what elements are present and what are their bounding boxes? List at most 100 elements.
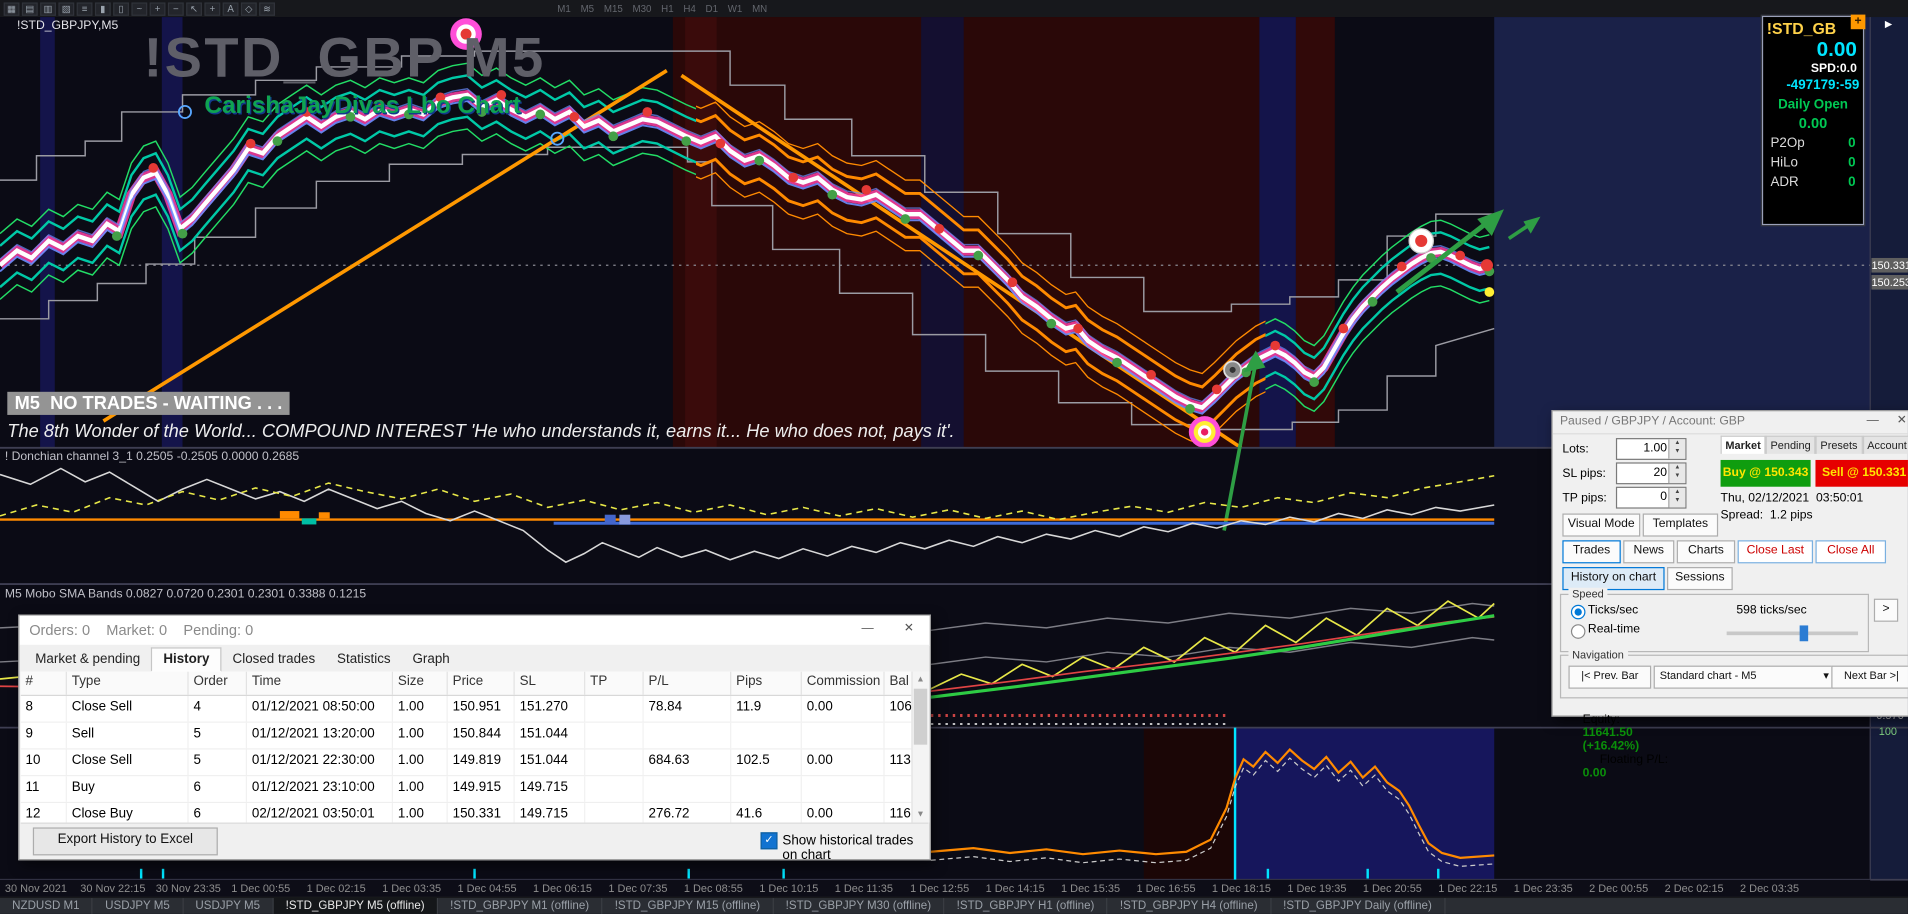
- table-row[interactable]: 8 Close Sell 4 01/12/2021 08:50:00 1.00 150.9…: [20, 696, 912, 723]
- scrollbar-thumb[interactable]: [913, 688, 928, 745]
- minimize-icon[interactable]: —: [857, 622, 879, 635]
- column-header[interactable]: SL: [515, 671, 586, 695]
- step-forward-button[interactable]: >: [1873, 598, 1899, 622]
- visual-mode-button[interactable]: Visual Mode: [1562, 513, 1641, 537]
- market-watch-icon[interactable]: ▥: [40, 1, 56, 16]
- sell-button[interactable]: Sell @ 150.331: [1815, 459, 1908, 487]
- zoom-in-icon[interactable]: +: [149, 1, 166, 16]
- spinner-arrows-icon[interactable]: ▲ ▼: [1668, 463, 1686, 484]
- timeframe-button-m1[interactable]: M1: [557, 3, 571, 14]
- charts-button[interactable]: Charts: [1676, 540, 1736, 564]
- navigator-icon[interactable]: ▧: [58, 1, 75, 16]
- history-on-chart-button[interactable]: History on chart: [1562, 567, 1665, 591]
- orders-tab-closed-trades[interactable]: Closed trades: [222, 649, 326, 671]
- sessions-button[interactable]: Sessions: [1667, 567, 1733, 591]
- panel-tab-presets[interactable]: Presets: [1815, 435, 1863, 454]
- column-header[interactable]: #: [21, 671, 67, 695]
- new-chart-icon[interactable]: ▦: [3, 1, 20, 16]
- timeframe-button-mn[interactable]: MN: [752, 3, 767, 14]
- panel-tab-account[interactable]: Account: [1862, 435, 1908, 454]
- terminal-icon[interactable]: ≡: [76, 1, 93, 16]
- timeframe-button-h1[interactable]: H1: [661, 3, 673, 14]
- ticks-radio[interactable]: [1570, 604, 1586, 620]
- orders-tab-history[interactable]: History: [151, 647, 222, 672]
- realtime-radio[interactable]: [1570, 624, 1586, 639]
- column-header[interactable]: Type: [67, 671, 189, 695]
- zoom-out-icon[interactable]: −: [167, 1, 184, 16]
- trades-button[interactable]: Trades: [1562, 540, 1621, 564]
- timeframe-button-m30[interactable]: M30: [633, 3, 652, 14]
- table-row[interactable]: 11 Buy 6 01/12/2021 23:10:00 1.00 149.915 149.…: [20, 776, 912, 804]
- prev-bar-button[interactable]: |< Prev. Bar: [1568, 665, 1652, 689]
- export-history-button[interactable]: Export History to Excel: [32, 827, 218, 856]
- trade-panel-titlebar[interactable]: Paused / GBPJPY / Account: GBP — ✕: [1552, 411, 1908, 435]
- scroll-down-icon[interactable]: ▼: [913, 807, 929, 823]
- chart-mode-select[interactable]: Standard chart - M5 ▾: [1653, 665, 1834, 689]
- column-header[interactable]: Order: [189, 671, 248, 695]
- timeframe-button-w1[interactable]: W1: [728, 3, 743, 14]
- shapes-icon[interactable]: ◇: [240, 1, 257, 16]
- timeframe-button-m5[interactable]: M5: [581, 3, 595, 14]
- column-header[interactable]: Commission: [802, 671, 885, 695]
- chart-tab[interactable]: !STD_GBPJPY M5 (offline): [273, 897, 438, 914]
- column-header[interactable]: TP: [585, 671, 644, 695]
- show-history-checkbox[interactable]: ✓: [760, 832, 778, 850]
- sl-stepper[interactable]: 20 ▲ ▼: [1615, 462, 1687, 485]
- panel-tab-market[interactable]: Market: [1720, 435, 1766, 454]
- next-bar-button[interactable]: Next Bar >|: [1831, 665, 1908, 689]
- auto-scroll-icon[interactable]: ▶: [1885, 18, 1892, 29]
- orders-tab-graph[interactable]: Graph: [402, 649, 461, 671]
- table-row[interactable]: 12 Close Buy 6 02/12/2021 03:50:01 1.00 150.3…: [20, 803, 912, 823]
- crosshair-icon[interactable]: +: [204, 1, 221, 16]
- chart-tab[interactable]: !STD_GBPJPY Daily (offline): [1271, 897, 1446, 914]
- column-header[interactable]: Bal: [885, 672, 912, 695]
- close-all-button[interactable]: Close All: [1815, 540, 1887, 564]
- lots-stepper[interactable]: 1.00 ▲ ▼: [1615, 438, 1687, 460]
- buy-button[interactable]: Buy @ 150.343: [1720, 459, 1811, 487]
- column-header[interactable]: Price: [448, 671, 515, 695]
- chart-window-icon[interactable]: ▤: [21, 1, 38, 16]
- column-header[interactable]: Time: [247, 671, 394, 695]
- speed-slider[interactable]: [1726, 631, 1859, 636]
- line-chart-icon[interactable]: ~: [131, 1, 148, 16]
- tp-stepper[interactable]: 0 ▲ ▼: [1615, 486, 1687, 509]
- bar-chart-icon[interactable]: ▮: [94, 1, 111, 16]
- orders-window-titlebar[interactable]: Orders: 0 Market: 0 Pending: 0 — ✕: [19, 615, 930, 647]
- chart-tab[interactable]: !STD_GBPJPY H1 (offline): [944, 897, 1108, 914]
- table-cell: 1.00: [393, 803, 448, 823]
- timeframe-button-h4[interactable]: H4: [683, 3, 695, 14]
- minimize-icon[interactable]: —: [1862, 414, 1884, 427]
- candlestick-icon[interactable]: ▯: [113, 1, 129, 16]
- timeframe-button-m15[interactable]: M15: [604, 3, 623, 14]
- news-button[interactable]: News: [1623, 540, 1675, 564]
- table-row[interactable]: 9 Sell 5 01/12/2021 13:20:00 1.00 150.844 151.…: [20, 722, 912, 750]
- column-header[interactable]: Pips: [731, 671, 802, 695]
- speed-slider-thumb[interactable]: [1799, 625, 1809, 642]
- chart-tab[interactable]: !STD_GBPJPY M30 (offline): [774, 897, 945, 914]
- spinner-arrows-icon[interactable]: ▲ ▼: [1668, 439, 1686, 459]
- close-icon[interactable]: ✕: [1891, 414, 1908, 427]
- chart-tab[interactable]: !STD_GBPJPY M15 (offline): [603, 897, 774, 914]
- panel-tab-pending[interactable]: Pending: [1765, 435, 1816, 454]
- table-row[interactable]: 10 Close Sell 5 01/12/2021 22:30:00 1.00 149.…: [20, 749, 912, 777]
- timeframe-button-d1[interactable]: D1: [706, 3, 718, 14]
- chart-tab[interactable]: !STD_GBPJPY M1 (offline): [438, 897, 603, 914]
- column-header[interactable]: P/L: [644, 671, 732, 695]
- cursor-icon[interactable]: ↖: [186, 1, 202, 16]
- templates-button[interactable]: Templates: [1642, 513, 1719, 537]
- scroll-up-icon[interactable]: ▲: [913, 672, 929, 688]
- close-last-button[interactable]: Close Last: [1737, 540, 1814, 564]
- chart-tab[interactable]: !STD_GBPJPY H4 (offline): [1108, 897, 1272, 914]
- orders-tab-statistics[interactable]: Statistics: [326, 649, 401, 671]
- chart-tab[interactable]: NZDUSD M1: [0, 897, 93, 914]
- close-icon[interactable]: ✕: [898, 622, 920, 635]
- orders-tab-market-pending[interactable]: Market & pending: [24, 649, 151, 671]
- column-header[interactable]: Size: [393, 671, 448, 695]
- spinner-arrows-icon[interactable]: ▲ ▼: [1668, 487, 1686, 508]
- text-tool-icon[interactable]: A: [222, 1, 239, 16]
- chart-tab[interactable]: USDJPY M5: [93, 897, 184, 914]
- indicators-icon[interactable]: ≋: [259, 1, 275, 16]
- info-box-expand-button[interactable]: +: [1850, 14, 1866, 30]
- orders-scrollbar[interactable]: ▲ ▼: [911, 671, 930, 823]
- chart-tab[interactable]: USDJPY M5: [183, 897, 274, 914]
